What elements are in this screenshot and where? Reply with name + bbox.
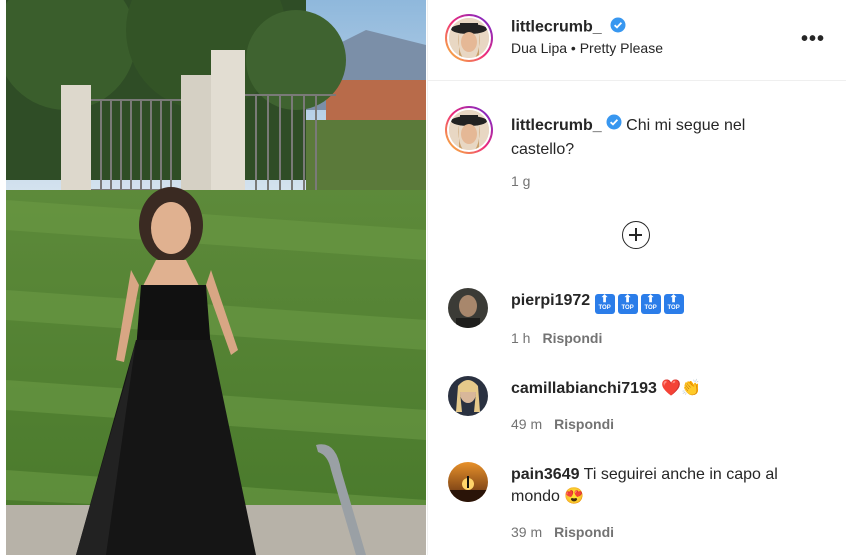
comment-meta: 49 m Rispondi bbox=[511, 416, 614, 432]
comment-text: ⬆ TOP ⬆ TOP ⬆ TOP ⬆ TOP bbox=[594, 292, 687, 314]
caption: littlecrumb_ Chi mi segue nel castello? bbox=[511, 114, 811, 162]
reply-button[interactable]: Rispondi bbox=[554, 524, 614, 540]
comment-text: ❤️👏 bbox=[661, 380, 702, 397]
comment-username[interactable]: camillabianchi7193 bbox=[511, 380, 657, 397]
top-icon: ⬆ TOP bbox=[594, 294, 615, 314]
caption-avatar[interactable] bbox=[445, 106, 493, 154]
comment-meta: 1 h Rispondi bbox=[511, 330, 602, 346]
post-header: littlecrumb_ Dua Lipa • Pretty Please ••… bbox=[428, 0, 846, 81]
top-icon: ⬆ TOP bbox=[617, 294, 638, 314]
reply-button[interactable]: Rispondi bbox=[554, 416, 614, 432]
comment-meta: 39 m Rispondi bbox=[511, 524, 614, 540]
comment-age: 1 h bbox=[511, 330, 531, 346]
post-detail-panel: littlecrumb_ Dua Lipa • Pretty Please ••… bbox=[427, 0, 846, 555]
comment-username[interactable]: pierpi1972 bbox=[511, 292, 590, 309]
comment-avatar[interactable] bbox=[448, 288, 488, 328]
author-avatar[interactable] bbox=[445, 14, 493, 62]
comment-age: 49 m bbox=[511, 416, 543, 432]
verified-badge-icon bbox=[606, 114, 622, 138]
comment-username[interactable]: pain3649 bbox=[511, 466, 579, 483]
post-media[interactable] bbox=[6, 0, 426, 555]
more-options-icon[interactable]: ••• bbox=[801, 28, 825, 51]
comment-age: 39 m bbox=[511, 524, 543, 540]
caption-age: 1 g bbox=[511, 173, 531, 189]
author-username[interactable]: littlecrumb_ bbox=[511, 19, 602, 36]
load-more-comments-icon[interactable] bbox=[622, 221, 650, 249]
top-icon: ⬆ TOP bbox=[640, 294, 661, 314]
comment-avatar[interactable] bbox=[448, 462, 488, 502]
post-photo bbox=[6, 0, 426, 555]
reply-button[interactable]: Rispondi bbox=[542, 330, 602, 346]
audio-label[interactable]: Dua Lipa • Pretty Please bbox=[511, 40, 663, 56]
top-icon: ⬆ TOP bbox=[663, 294, 684, 314]
verified-badge-icon bbox=[610, 17, 626, 38]
caption-username[interactable]: littlecrumb_ bbox=[511, 117, 602, 134]
comment-avatar[interactable] bbox=[448, 376, 488, 416]
